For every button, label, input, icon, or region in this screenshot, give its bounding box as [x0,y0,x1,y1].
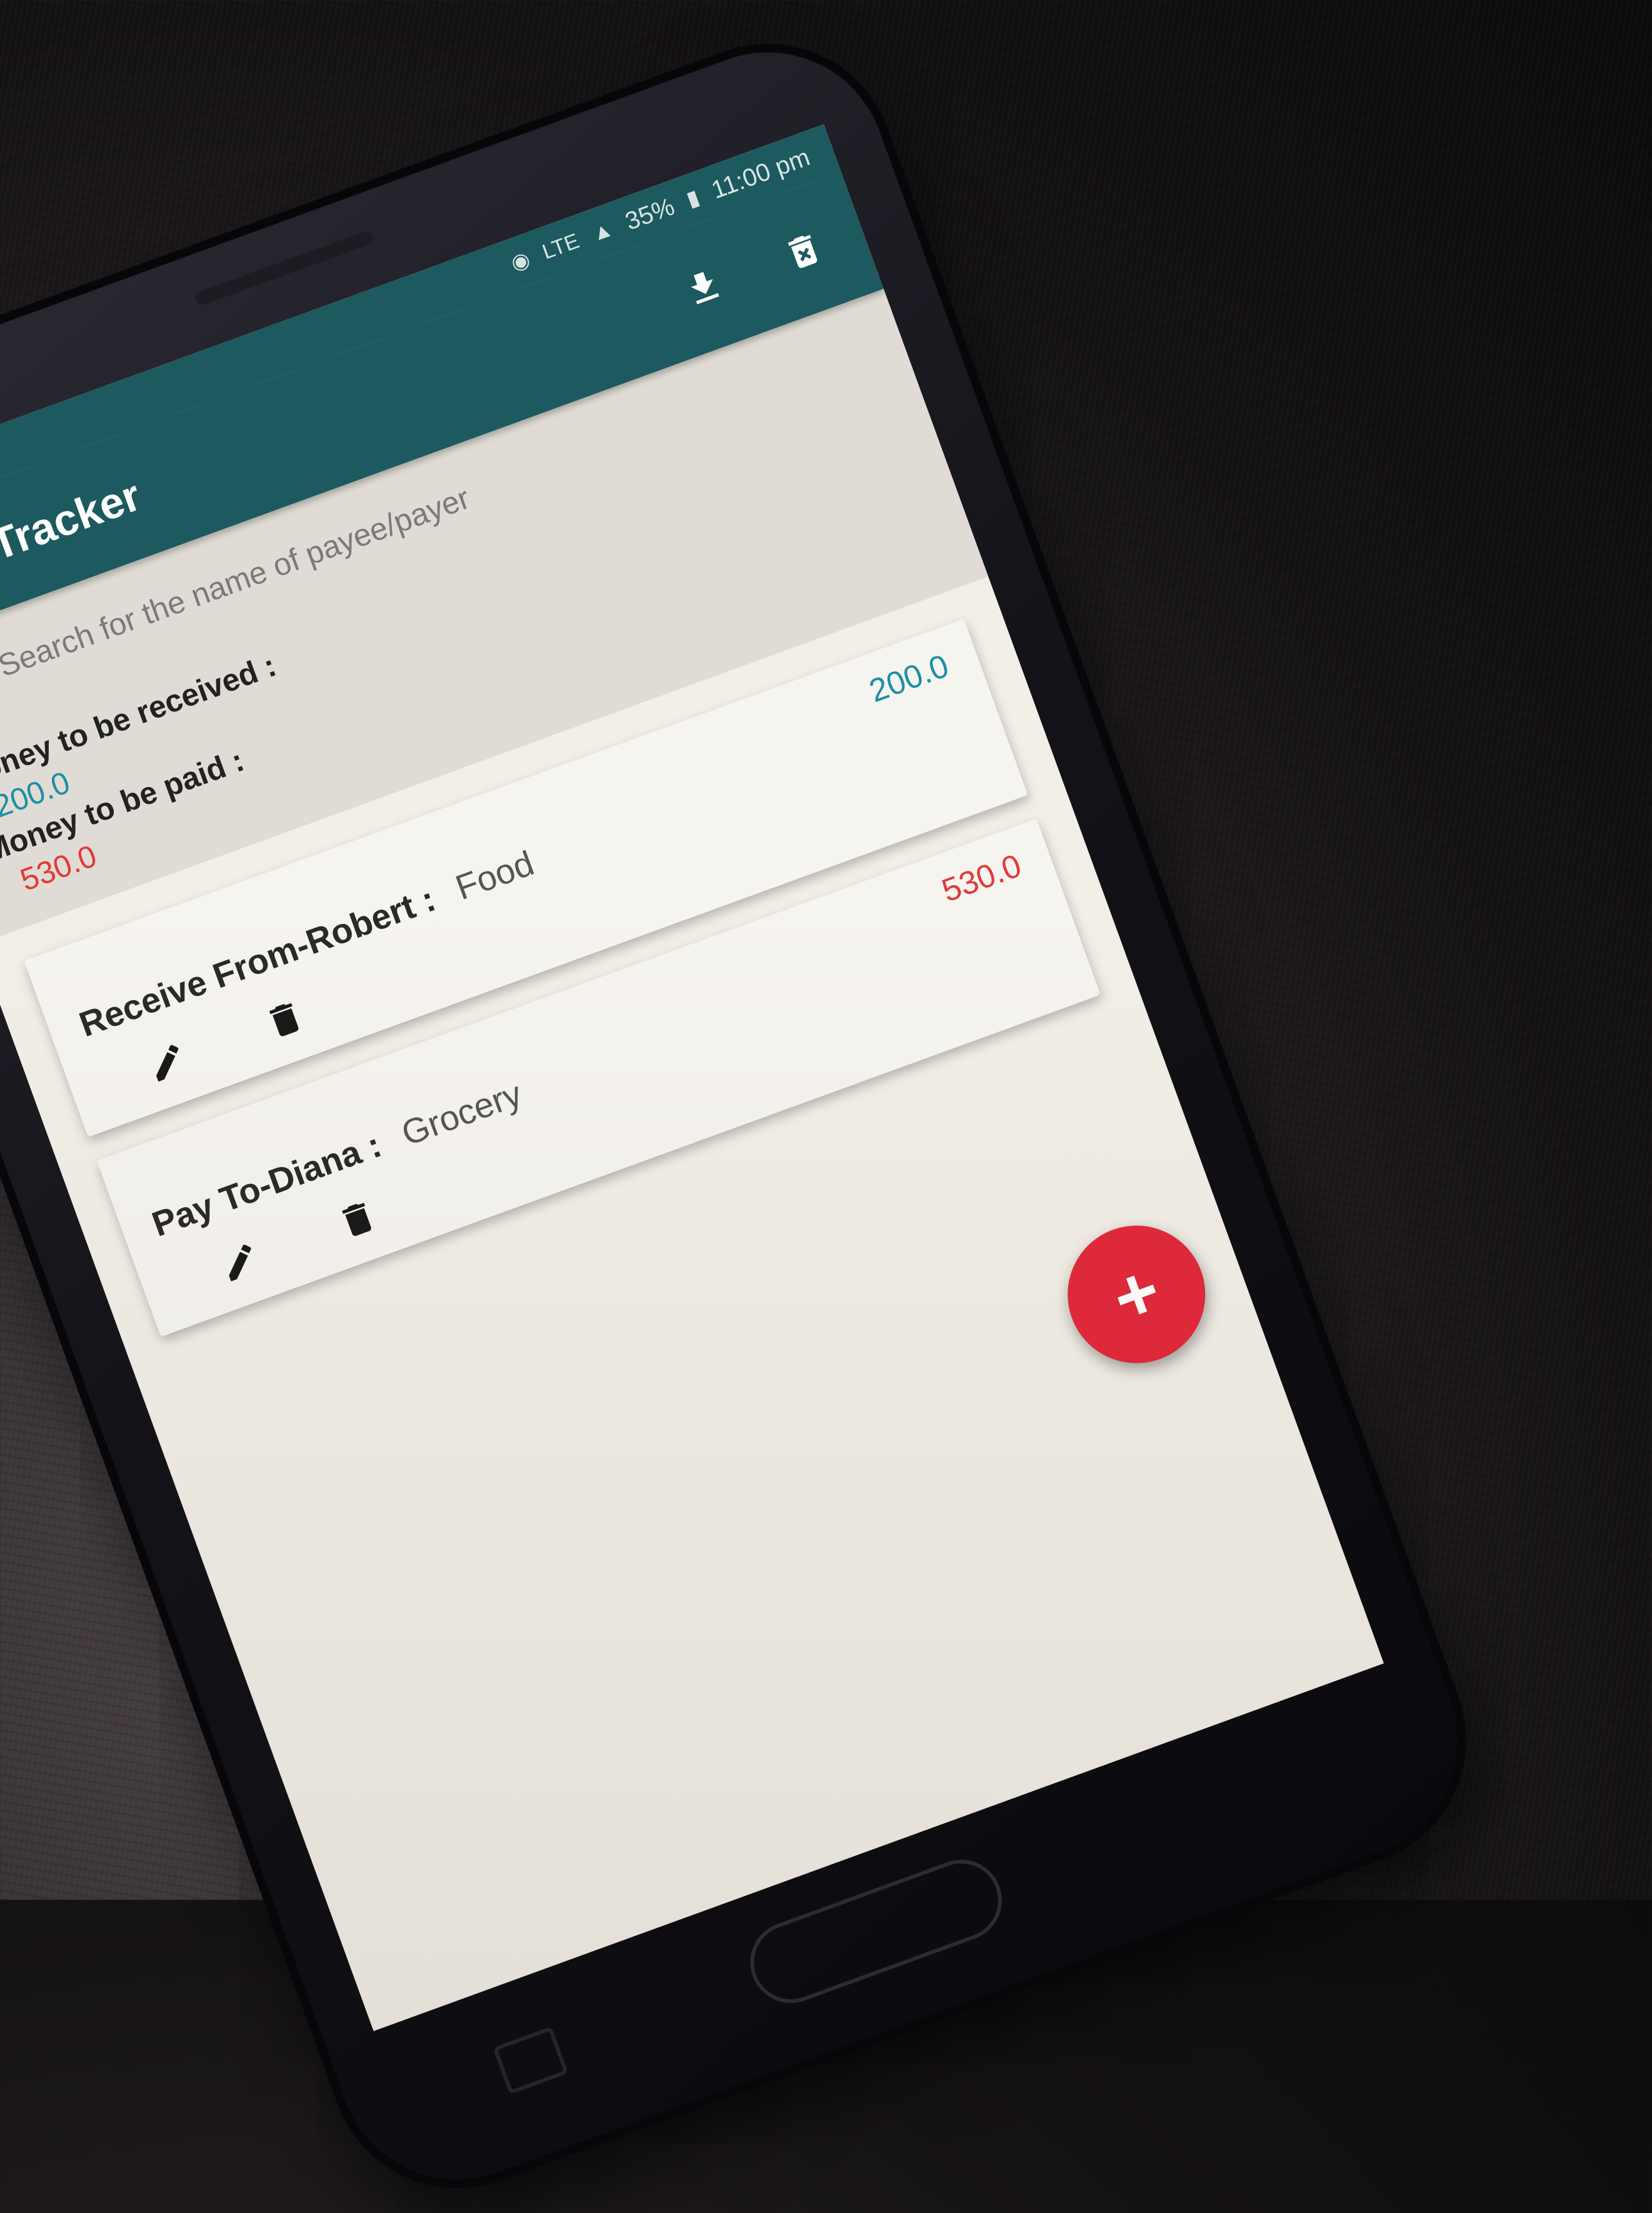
pencil-icon [156,1045,179,1082]
battery-icon: ▮ [683,185,703,212]
delete-all-button[interactable] [771,219,836,284]
delete-button[interactable] [326,1187,390,1252]
delete-button[interactable] [253,988,317,1052]
battery-percent: 35% [621,192,678,236]
delete-all-icon [788,234,818,268]
pencil-icon [229,1245,251,1282]
network-label: LTE [539,228,583,264]
trash-icon [342,1203,371,1237]
edit-button[interactable] [136,1030,200,1095]
edit-button[interactable] [208,1230,273,1295]
export-button[interactable] [671,256,736,320]
app-bar-actions [671,219,835,320]
signal-icon: ▲ [588,216,616,246]
alarm-icon: ◉ [508,247,534,276]
add-entry-button[interactable]: + [1048,1206,1225,1383]
download-icon [691,271,719,304]
trash-icon [269,1003,299,1036]
recents-key[interactable] [493,2026,569,2095]
card-reason: Food [450,843,539,908]
